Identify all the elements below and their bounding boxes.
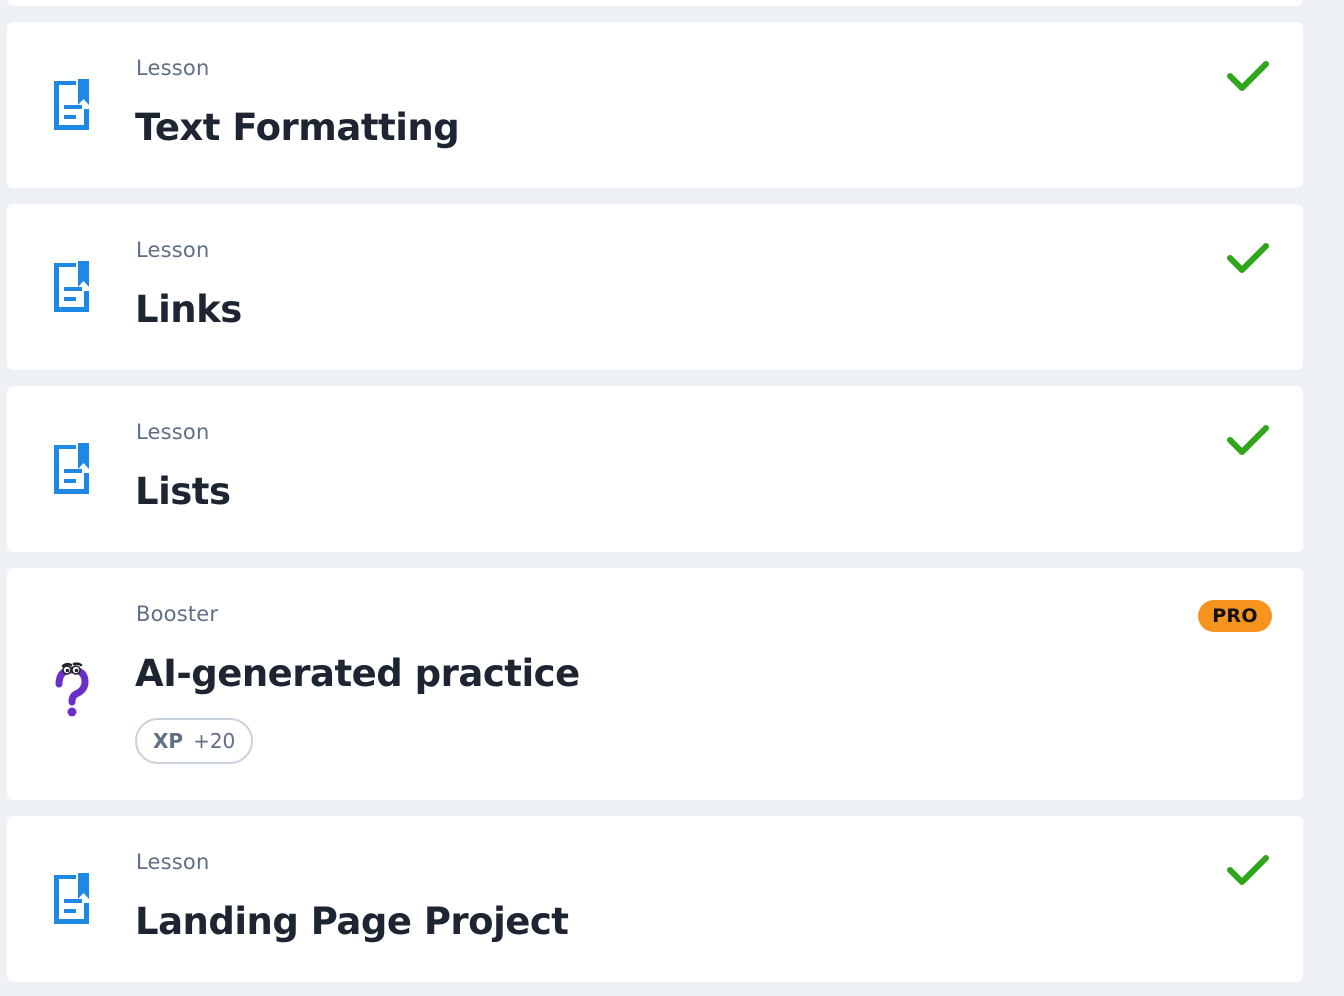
lesson-card-text-formatting[interactable]: Lesson Text Formatting <box>7 22 1303 188</box>
item-title: AI-generated practice <box>135 652 580 695</box>
item-title: Landing Page Project <box>135 900 569 943</box>
lesson-card-links[interactable]: Lesson Links <box>7 204 1303 370</box>
question-mark-character-icon <box>51 654 95 718</box>
completed-check-icon <box>1227 424 1269 456</box>
item-title: Links <box>135 288 242 331</box>
item-type-label: Lesson <box>136 850 210 874</box>
lesson-document-icon <box>50 441 92 497</box>
lesson-card-lists[interactable]: Lesson Lists <box>7 386 1303 552</box>
completed-check-icon <box>1227 854 1269 886</box>
xp-label: XP <box>153 729 184 753</box>
item-type-label: Lesson <box>136 238 210 262</box>
lesson-document-icon <box>50 259 92 315</box>
previous-item-card[interactable] <box>7 0 1303 6</box>
item-type-label: Booster <box>136 602 219 626</box>
lesson-list: Lesson Text Formatting Lesson Links Less… <box>0 0 1344 996</box>
pro-badge: PRO <box>1198 600 1272 632</box>
item-type-label: Lesson <box>136 56 210 80</box>
booster-card-ai-practice[interactable]: Booster AI-generated practice PRO XP +20 <box>7 568 1303 800</box>
lesson-document-icon <box>50 77 92 133</box>
item-title: Text Formatting <box>135 106 460 149</box>
lesson-document-icon <box>50 871 92 927</box>
item-title: Lists <box>135 470 231 513</box>
completed-check-icon <box>1227 60 1269 92</box>
item-type-label: Lesson <box>136 420 210 444</box>
completed-check-icon <box>1227 242 1269 274</box>
lesson-card-landing-page-project[interactable]: Lesson Landing Page Project <box>7 816 1303 982</box>
xp-value: +20 <box>193 729 236 753</box>
xp-reward-pill: XP +20 <box>135 718 254 764</box>
